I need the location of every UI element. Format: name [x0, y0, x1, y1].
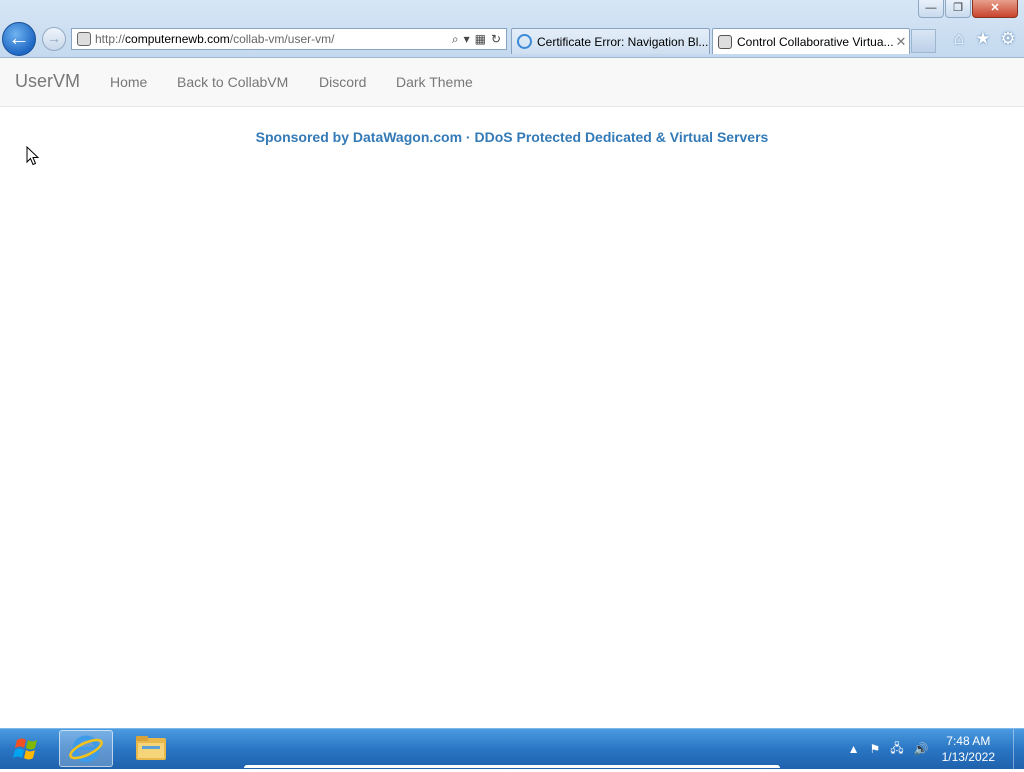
compatibility-view-icon[interactable]: ▦ — [475, 32, 486, 46]
tab-label: Control Collaborative Virtua... — [737, 34, 893, 49]
nav-link-discord[interactable]: Discord — [319, 74, 366, 90]
url-scheme: http:// — [95, 32, 126, 46]
windows-logo-icon — [13, 738, 37, 760]
tab-certificate-error[interactable]: Certificate Error: Navigation Bl... — [511, 28, 710, 54]
search-icon[interactable]: ⌕ — [452, 32, 459, 47]
url-text[interactable]: http://computernewb.com/collab-vm/user-v… — [95, 32, 452, 46]
url-domain: computernewb.com — [125, 32, 230, 46]
close-window-button[interactable]: ✕ — [972, 0, 1018, 18]
browser-chrome: — ❐ ✕ ← → http://computernewb.com/collab… — [0, 0, 1024, 58]
show-hidden-icons-icon[interactable]: ▲ — [848, 742, 860, 756]
refresh-icon[interactable]: ↻ — [491, 32, 501, 46]
home-icon[interactable]: ⌂ — [949, 29, 969, 51]
window-controls: — ❐ ✕ — [917, 0, 1018, 20]
volume-icon[interactable]: 🔊 — [914, 742, 929, 756]
navbar: UserVM Home Back to CollabVM Discord Dar… — [0, 58, 1024, 107]
restore-button[interactable]: ❐ — [945, 0, 971, 18]
show-desktop-button[interactable] — [1013, 729, 1024, 769]
action-center-flag-icon[interactable]: ⚑ — [870, 742, 881, 756]
taskbar: ▲ ⚑ 🖧 🔊 7:48 AM 1/13/2022 — [0, 728, 1024, 769]
tab-label: Certificate Error: Navigation Bl... — [537, 34, 709, 49]
clock-date: 1/13/2022 — [941, 750, 995, 764]
nav-link-dark-theme[interactable]: Dark Theme — [396, 74, 473, 90]
forward-arrow-icon: → — [47, 30, 61, 46]
tab-collabvm[interactable]: Control Collaborative Virtua... ✕ — [712, 28, 910, 54]
site-favicon-icon — [718, 34, 732, 49]
ie-icon — [69, 735, 103, 763]
back-arrow-icon: ← — [8, 25, 30, 50]
navbar-brand[interactable]: UserVM — [15, 71, 80, 92]
forward-button[interactable]: → — [42, 27, 66, 51]
clock-time: 7:48 AM — [946, 734, 991, 748]
chevron-down-icon[interactable]: ▾ — [464, 32, 470, 46]
favorites-star-icon[interactable]: ★ — [973, 29, 993, 51]
taskbar-internet-explorer[interactable] — [59, 730, 113, 767]
clock[interactable]: 7:48 AM 1/13/2022 — [942, 733, 995, 765]
sponsor-link[interactable]: Sponsored by DataWagon.com · DDoS Protec… — [0, 129, 1024, 145]
network-icon[interactable]: 🖧 — [890, 739, 903, 760]
nav-link-home[interactable]: Home — [110, 74, 147, 90]
taskbar-file-explorer[interactable] — [124, 730, 178, 767]
start-button[interactable] — [4, 731, 50, 767]
url-path: /collab-vm/user-vm/ — [229, 32, 335, 46]
close-tab-icon[interactable]: ✕ — [893, 34, 909, 50]
nav-link-back-to-collabvm[interactable]: Back to CollabVM — [177, 74, 288, 90]
site-favicon-icon — [77, 32, 91, 46]
back-button[interactable]: ← — [2, 22, 36, 56]
minimize-button[interactable]: — — [918, 0, 944, 18]
ie-icon — [517, 34, 532, 49]
mouse-cursor-icon — [26, 146, 40, 166]
system-tray: ▲ ⚑ 🖧 🔊 7:48 AM 1/13/2022 — [843, 729, 1024, 769]
new-tab-button[interactable] — [911, 29, 936, 53]
folder-icon — [136, 736, 166, 760]
tools-gear-icon[interactable]: ⚙ — [998, 29, 1018, 51]
address-bar[interactable]: http://computernewb.com/collab-vm/user-v… — [71, 28, 507, 50]
